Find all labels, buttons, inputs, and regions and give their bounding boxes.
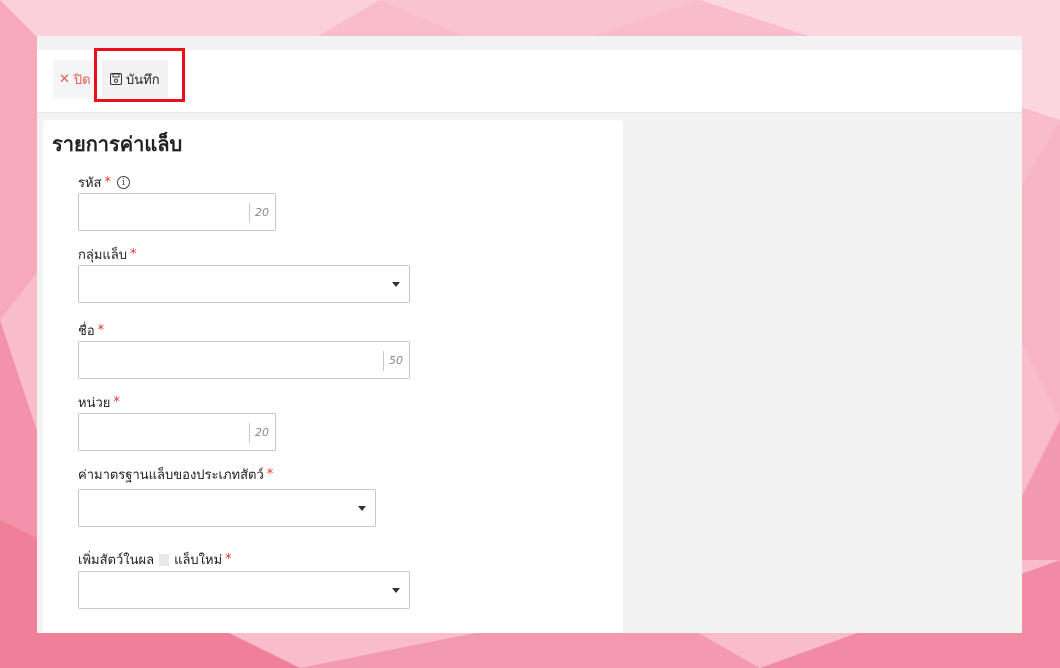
lab-group-label: กลุ่มแล็บ *: [78, 247, 137, 263]
toolbar: ✕ ปิด บันทึก: [37, 48, 1022, 113]
animal-standard-select[interactable]: [78, 489, 376, 527]
unit-field[interactable]: [79, 414, 275, 450]
add-animal-label: เพิ่มสัตว์ในผล แล็บใหม่ *: [78, 552, 232, 568]
chevron-down-icon: [392, 282, 400, 287]
unit-label: หน่วย *: [78, 395, 120, 411]
save-button[interactable]: บันทึก: [102, 60, 168, 98]
lab-group-select[interactable]: [78, 265, 410, 303]
name-max-length: 50: [383, 351, 403, 371]
unit-max-length: 20: [249, 423, 269, 443]
app-window: ✕ ปิด บันทึก รายการค่าแล็บ รหัส * i 20 กล…: [37, 36, 1022, 633]
info-icon[interactable]: i: [117, 176, 130, 189]
lab-item-form-panel: รายการค่าแล็บ รหัส * i 20 กลุ่มแล็บ * ชื่อ…: [43, 120, 623, 633]
add-animal-select[interactable]: [78, 571, 410, 609]
save-icon: [110, 73, 122, 85]
page-title: รายการค่าแล็บ: [52, 132, 183, 156]
code-label: รหัส * i: [78, 172, 130, 193]
name-label: ชื่อ *: [78, 323, 105, 339]
name-field[interactable]: [79, 342, 409, 378]
chevron-down-icon: [392, 588, 400, 593]
animal-standard-label: ค่ามาตรฐานแล็บของประเภทสัตว์ *: [78, 467, 274, 483]
unit-input[interactable]: 20: [78, 413, 276, 451]
close-button[interactable]: ✕ ปิด: [53, 60, 97, 98]
close-button-label: ปิด: [73, 72, 91, 88]
name-input[interactable]: 50: [78, 341, 410, 379]
code-max-length: 20: [249, 203, 269, 223]
code-field[interactable]: [79, 194, 275, 230]
redacted-text: [159, 553, 170, 566]
code-input[interactable]: 20: [78, 193, 276, 231]
close-icon: ✕: [59, 71, 70, 87]
save-button-label: บันทึก: [126, 72, 160, 88]
chevron-down-icon: [358, 506, 366, 511]
